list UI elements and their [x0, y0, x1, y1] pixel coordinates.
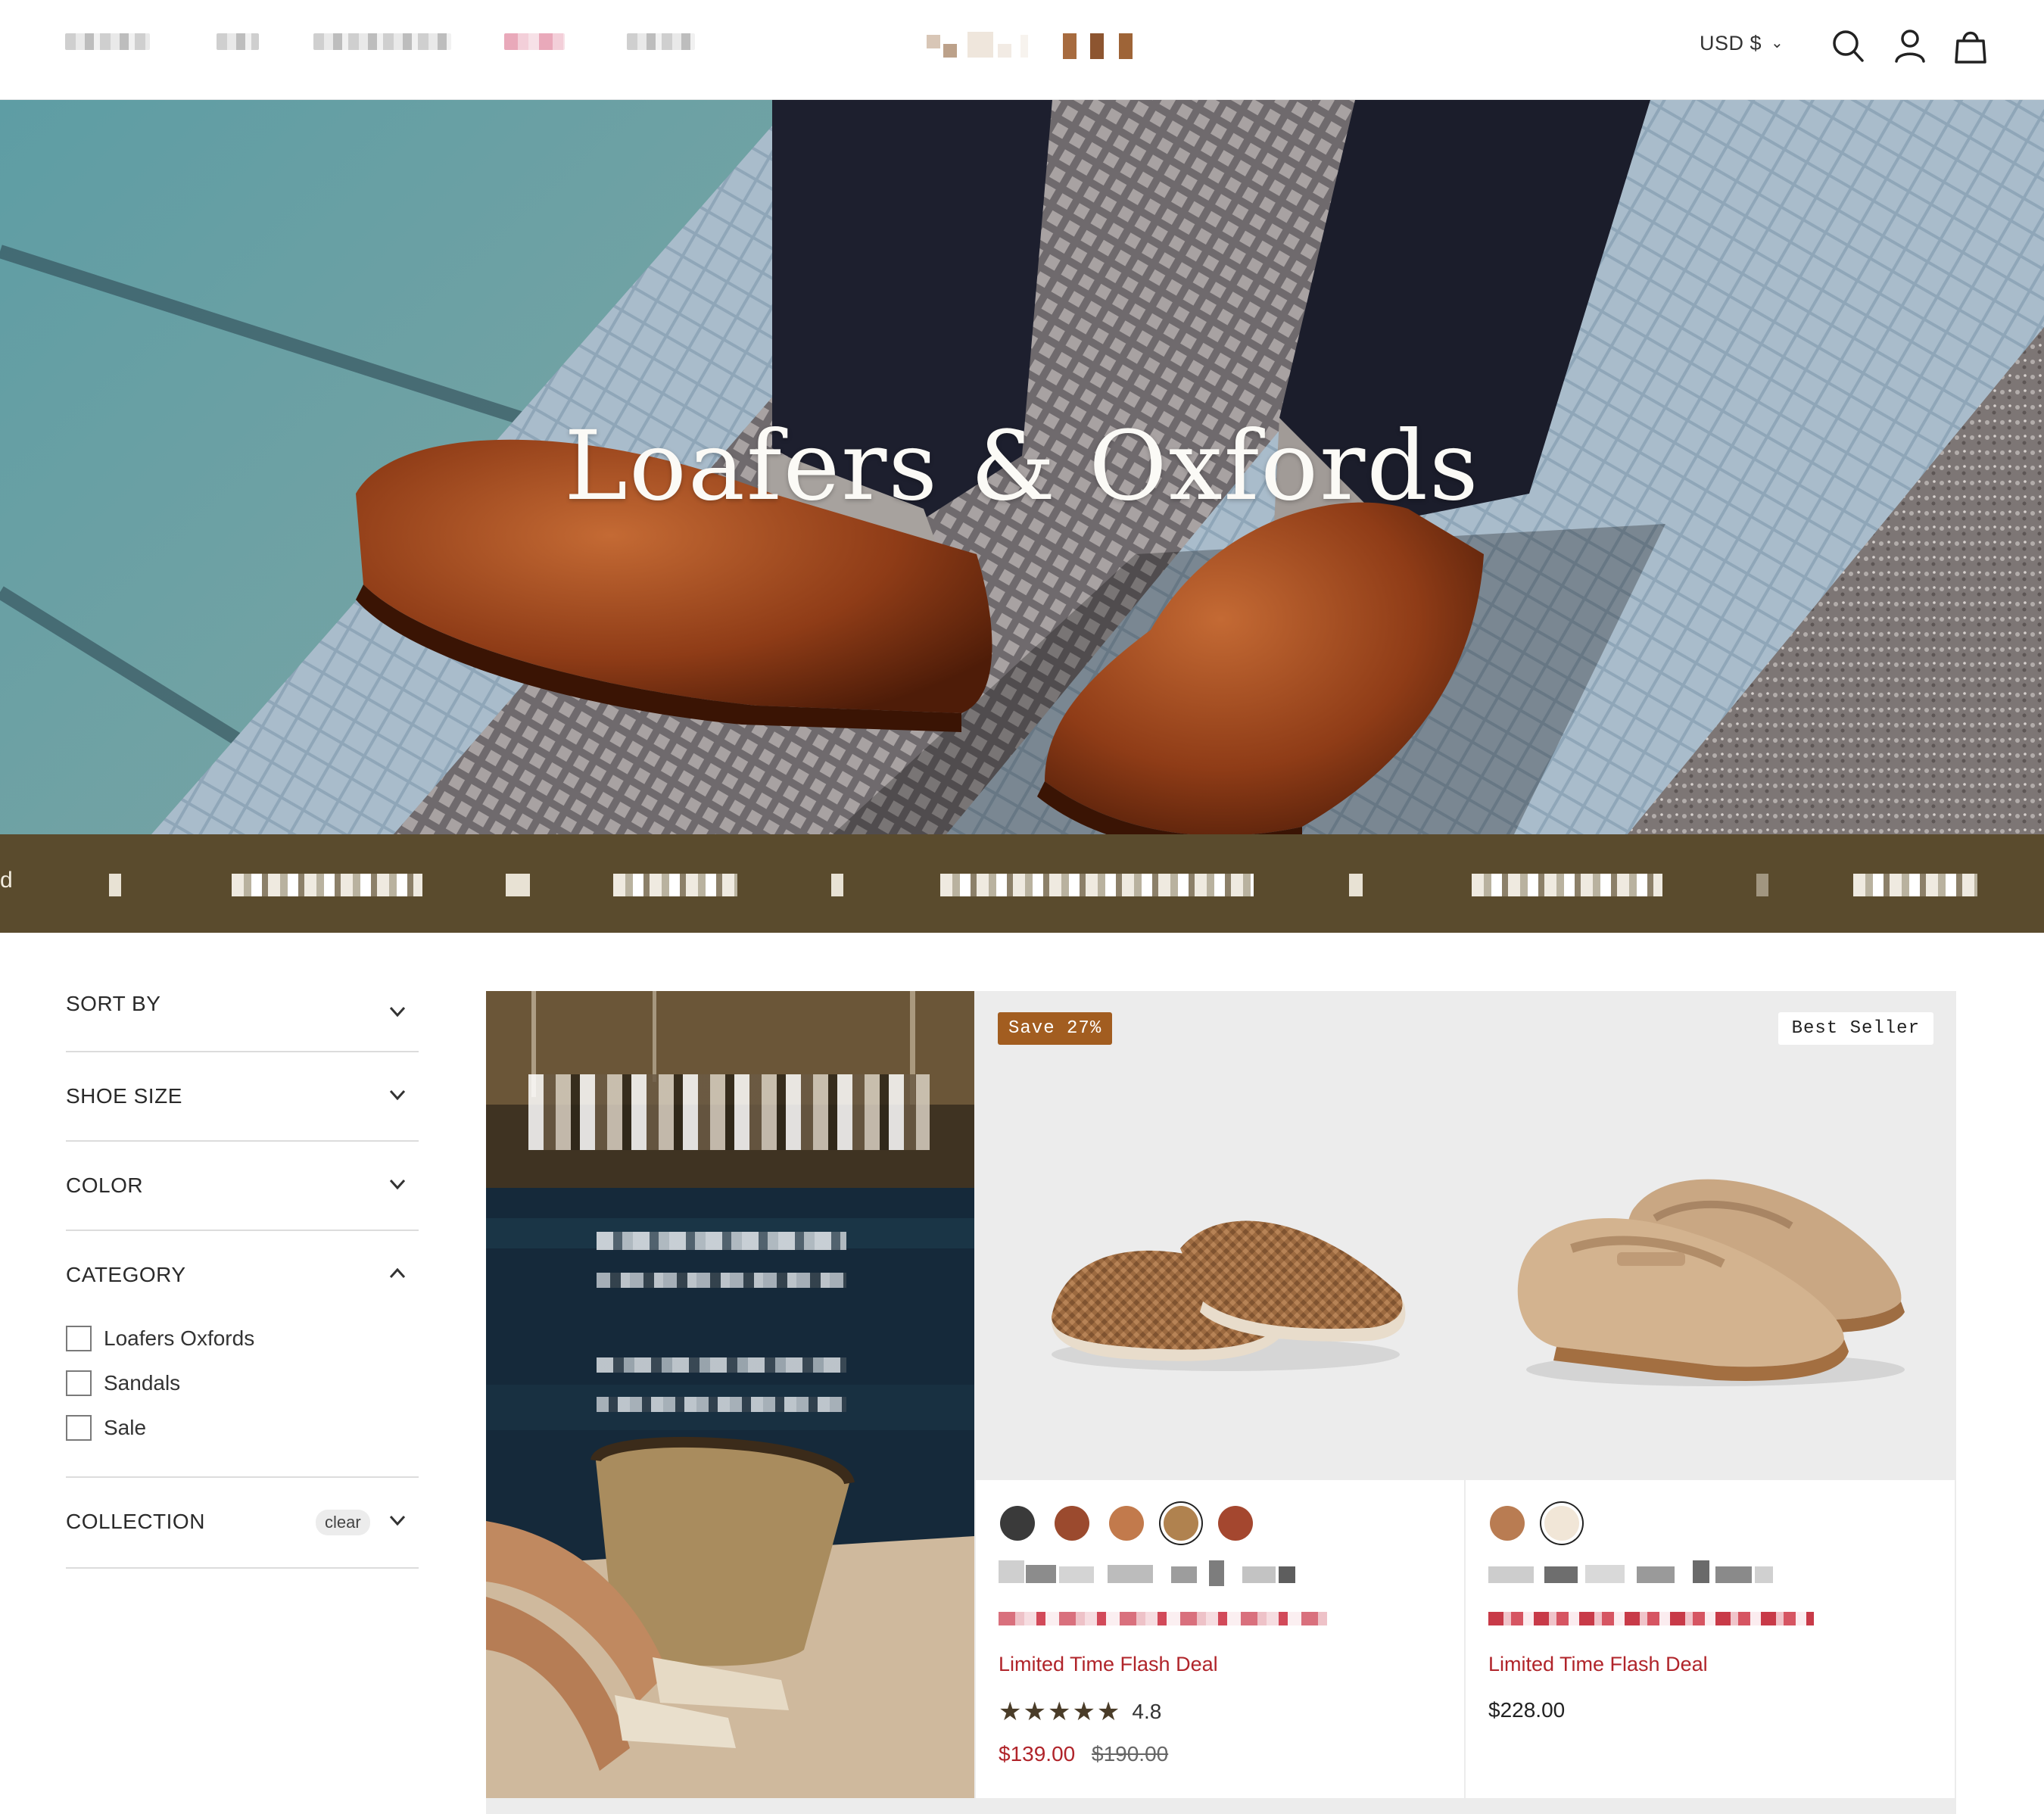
filter-color[interactable]: COLOR: [66, 1142, 419, 1231]
ticker-message: [232, 874, 422, 896]
ticker-message: [940, 874, 1254, 896]
ticker-message: [613, 874, 737, 896]
filter-title: CATEGORY: [66, 1263, 186, 1286]
color-swatch[interactable]: [1109, 1506, 1144, 1541]
color-swatch-selected[interactable]: [1544, 1506, 1579, 1541]
product-card[interactable]: Best Seller Limited Time Flash Deal $228…: [1464, 991, 1956, 1798]
save-badge: Save 27%: [998, 1012, 1113, 1045]
currency-label: USD $: [1700, 32, 1762, 55]
option-label: Sale: [104, 1415, 147, 1439]
category-option[interactable]: Sale: [66, 1405, 419, 1450]
penny-loafer-image: [1517, 1179, 1905, 1386]
account-icon[interactable]: [1893, 27, 1927, 65]
filter-title: SHOE SIZE: [66, 1084, 182, 1108]
product-rating: ★★★★★ 4.8: [999, 1697, 1161, 1727]
filter-sidebar: SORT BY SHOE SIZE COLOR CATEGORY Loafers…: [66, 962, 419, 1569]
option-label: Loafers Oxfords: [104, 1326, 255, 1350]
price-row: $139.00 $190.00: [999, 1742, 1168, 1766]
promo-text-blurred: [597, 1232, 846, 1250]
site-header: USD $ ⌄: [0, 0, 2044, 100]
ticker-message: [1853, 874, 1977, 896]
chevron-down-icon: [389, 1089, 406, 1101]
filter-category[interactable]: CATEGORY Loafers Oxfords Sandals Sale: [66, 1231, 419, 1478]
ticker-leading-text: d: [0, 868, 13, 893]
filter-title: SORT BY: [66, 992, 161, 1015]
filter-shoe-size[interactable]: SHOE SIZE: [66, 1052, 419, 1142]
chevron-down-icon: [389, 1006, 406, 1018]
option-label: Sandals: [104, 1370, 181, 1395]
color-swatch-selected[interactable]: [1164, 1506, 1198, 1541]
product-image[interactable]: Save 27%: [976, 991, 1465, 1480]
category-options: Loafers Oxfords Sandals Sale: [66, 1316, 419, 1450]
promo-text-blurred: [597, 1273, 846, 1288]
flash-deal-label: Limited Time Flash Deal: [999, 1653, 1218, 1675]
next-row-edge: [486, 1798, 1956, 1814]
filter-collection[interactable]: COLLECTION clear: [66, 1478, 419, 1569]
filter-title: COLLECTION: [66, 1510, 205, 1533]
nav-link-3[interactable]: [313, 33, 451, 50]
shopping-bag-icon[interactable]: [1953, 27, 1988, 65]
search-icon[interactable]: [1831, 27, 1865, 65]
promo-text-blurred: [528, 1074, 930, 1150]
star-rating-icon: ★★★★★: [999, 1697, 1122, 1726]
color-swatch[interactable]: [1490, 1506, 1525, 1541]
currency-selector[interactable]: USD $ ⌄: [1700, 32, 1784, 55]
product-image[interactable]: Best Seller: [1466, 991, 1955, 1480]
chevron-down-icon: [389, 1515, 406, 1526]
woven-loafer-image: [1051, 1220, 1406, 1371]
best-seller-badge: Best Seller: [1778, 1012, 1933, 1045]
hero-title: Loafers & Oxfords: [564, 410, 1480, 522]
color-swatch[interactable]: [1000, 1506, 1035, 1541]
product-card[interactable]: Save 27% Limited Time Flash Deal ★★★★★ 4…: [974, 991, 1465, 1798]
checkbox[interactable]: [66, 1370, 92, 1396]
chevron-up-icon: [389, 1267, 406, 1279]
chevron-down-icon: ⌄: [1771, 35, 1784, 51]
nav-link-5[interactable]: [627, 33, 695, 50]
color-swatches: [1000, 1506, 1273, 1541]
category-option[interactable]: Loafers Oxfords: [66, 1316, 419, 1360]
checkbox[interactable]: [66, 1414, 92, 1441]
product-price-blurred: [999, 1612, 1327, 1625]
clear-filter-button[interactable]: clear: [316, 1510, 370, 1535]
product-name-blurred[interactable]: [1488, 1560, 1806, 1586]
ticker-separator: [109, 874, 121, 896]
checkbox[interactable]: [66, 1325, 92, 1351]
color-swatch[interactable]: [1055, 1506, 1089, 1541]
product-price: $228.00: [1488, 1698, 1566, 1722]
promo-tile[interactable]: [486, 991, 974, 1798]
hero-banner: Loafers & Oxfords: [0, 100, 2044, 834]
product-price-blurred: [1488, 1612, 1814, 1625]
ticker-separator: [831, 874, 843, 896]
product-grid: Save 27% Limited Time Flash Deal ★★★★★ 4…: [486, 991, 1956, 1814]
brand-logo[interactable]: [927, 21, 1133, 64]
nav-link-2[interactable]: [217, 33, 259, 50]
ticker-message: [1472, 874, 1662, 896]
rating-value: 4.8: [1132, 1700, 1162, 1723]
promo-text-blurred: [597, 1397, 846, 1412]
color-swatches: [1490, 1506, 1599, 1541]
chevron-down-icon: [389, 1179, 406, 1190]
sale-price: $139.00: [999, 1742, 1076, 1766]
nav-link-4[interactable]: [504, 33, 565, 50]
announcement-ticker: d: [0, 834, 2044, 933]
nav-link-1[interactable]: [65, 33, 150, 50]
promo-text-blurred: [597, 1357, 846, 1373]
flash-deal-label: Limited Time Flash Deal: [1488, 1653, 1708, 1675]
color-swatch[interactable]: [1218, 1506, 1253, 1541]
product-name-blurred[interactable]: [999, 1560, 1301, 1586]
filter-title: COLOR: [66, 1173, 144, 1197]
filter-sort-by[interactable]: SORT BY: [66, 962, 419, 1052]
ticker-separator: [506, 874, 530, 896]
original-price: $190.00: [1092, 1742, 1169, 1766]
ticker-separator: [1756, 874, 1768, 896]
ticker-separator: [1349, 874, 1363, 896]
category-option[interactable]: Sandals: [66, 1360, 419, 1405]
